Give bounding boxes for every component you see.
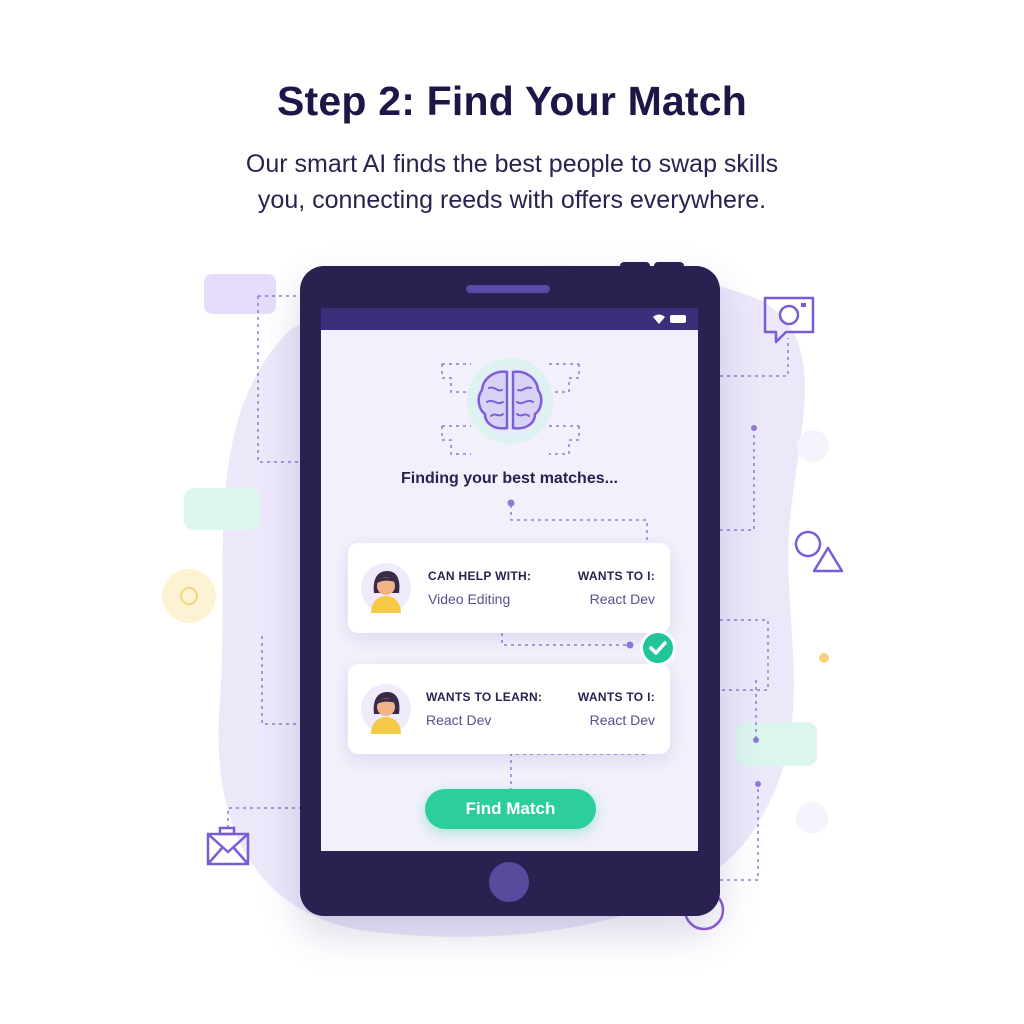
avatar-icon — [361, 563, 411, 613]
tablet-home-button[interactable] — [489, 862, 529, 902]
tablet-device: Finding your best matches... CAN HELP WI… — [300, 266, 720, 916]
card-right-label: WANTS TO I: — [577, 690, 655, 704]
card-left-value: React Dev — [426, 712, 492, 728]
chat-camera-icon — [763, 296, 815, 344]
subtitle-line-2: you, connecting reeds with offers everyw… — [257, 186, 767, 214]
page-title: Step 2: Find Your Match — [276, 78, 748, 124]
circle-triangle-icon — [794, 530, 844, 573]
card-right-value: React Dev — [589, 712, 655, 728]
card-left-value: Video Editing — [428, 591, 511, 607]
matching-status-text: Finding your best matches... — [401, 470, 618, 487]
brain-icon — [467, 358, 553, 444]
match-card[interactable]: WANTS TO LEARN: React Dev WANTS TO I: Re… — [348, 664, 670, 754]
tablet-screen: Finding your best matches... CAN HELP WI… — [321, 308, 698, 851]
card-left-label: WANTS TO LEARN: — [426, 690, 543, 704]
card-left-label: CAN HELP WITH: — [428, 569, 532, 583]
page-subtitle: Our smart AI finds the best people to sw… — [0, 146, 1024, 218]
avatar-icon — [361, 684, 411, 734]
check-icon — [649, 641, 667, 655]
match-check-badge — [640, 630, 676, 666]
card-right-label: WANTS TO I: — [577, 569, 655, 583]
envelope-icon — [206, 826, 250, 866]
subtitle-line-1: Our smart AI finds the best people to sw… — [245, 150, 779, 178]
card-right-value: React Dev — [589, 591, 655, 607]
tablet-speaker — [466, 285, 550, 293]
find-match-button[interactable]: Find Match — [425, 789, 596, 829]
match-card[interactable]: CAN HELP WITH: Video Editing WANTS TO I:… — [348, 543, 670, 633]
